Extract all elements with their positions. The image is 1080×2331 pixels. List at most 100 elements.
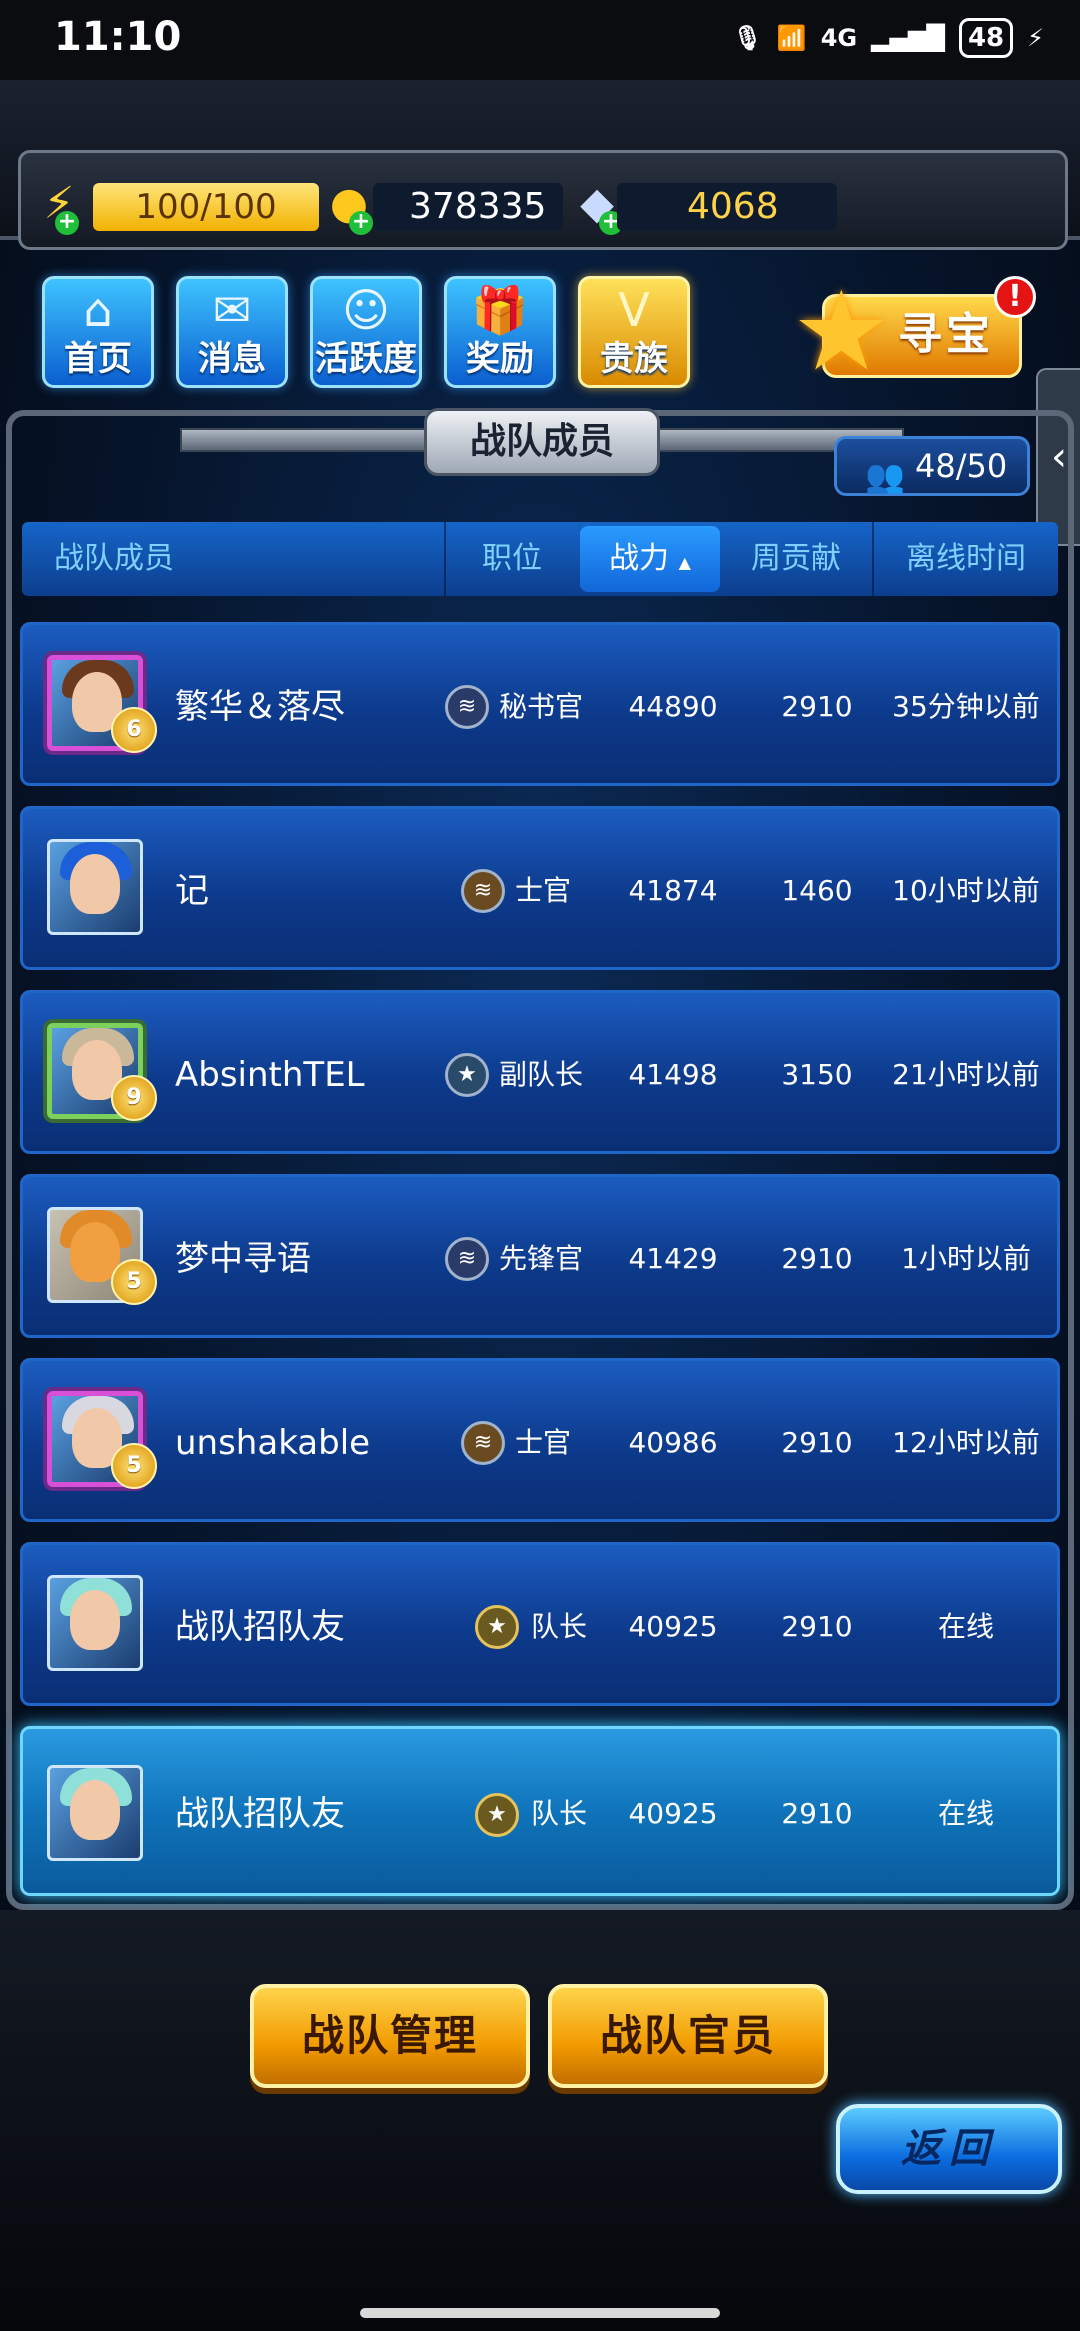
rank-vice-captain-icon: ★ <box>445 1053 489 1097</box>
wifi-icon: 📶 <box>776 24 807 52</box>
battery-level: 48 <box>958 18 1014 58</box>
member-offline: 10小时以前 <box>892 874 1040 907</box>
signal-icon: ▂▄▆█ <box>871 24 945 52</box>
nav-messages-button[interactable]: ✉ 消息 <box>176 276 288 388</box>
member-offline: 在线 <box>937 1797 994 1830</box>
sort-asc-icon: ▲ <box>678 553 691 572</box>
member-name: AbsinthTEL <box>175 1055 365 1095</box>
status-bar: 11:10 🎙 📶 4G ▂▄▆█ 48 ⚡ <box>0 0 1080 80</box>
header-power[interactable]: 战力 ▲ <box>580 526 720 592</box>
avatar-face <box>70 1780 120 1840</box>
member-weekly: 3150 <box>781 1058 853 1091</box>
team-manage-button[interactable]: 战队管理 <box>250 1984 530 2088</box>
member-role: 队长 <box>531 1610 588 1643</box>
coin-add-icon[interactable]: + <box>349 211 373 235</box>
status-time: 11:10 <box>54 14 182 60</box>
header-power-label: 战力 <box>609 541 670 576</box>
avatar[interactable] <box>47 1765 143 1861</box>
member-power: 40925 <box>628 1610 718 1643</box>
member-name: 战队招队友 <box>175 1794 345 1834</box>
member-weekly: 2910 <box>781 690 853 723</box>
avatar-face <box>70 1590 120 1650</box>
mail-icon: ✉ <box>212 283 252 337</box>
home-indicator[interactable] <box>360 2308 720 2318</box>
vip-badge: 5 <box>111 1443 157 1489</box>
member-weekly: 2910 <box>781 1426 853 1459</box>
coin-value: 378335 <box>373 183 563 231</box>
table-header: 战队成员 职位 战力 ▲ 周贡献 离线时间 <box>22 522 1058 596</box>
rank-sergeant-icon: ≋ <box>461 1421 505 1465</box>
back-button[interactable]: 返回 <box>836 2104 1062 2194</box>
table-row[interactable]: 记 ≋ 士官 41874 1460 10小时以前 <box>20 806 1060 970</box>
member-name: 繁华＆落尽 <box>175 687 345 727</box>
member-role: 士官 <box>515 1426 572 1459</box>
member-role: 先锋官 <box>499 1242 584 1275</box>
table-row[interactable]: 9 AbsinthTEL ★ 副队长 41498 3150 21小时以前 <box>20 990 1060 1154</box>
nav-rewards-label: 奖励 <box>466 339 534 379</box>
header-weekly[interactable]: 周贡献 <box>722 522 870 596</box>
member-offline: 21小时以前 <box>892 1058 1040 1091</box>
member-name: 记 <box>175 871 209 911</box>
treasure-hunt-button[interactable]: ★ 寻宝 ! <box>792 267 1036 395</box>
nav-messages-label: 消息 <box>198 339 266 379</box>
star-jet-icon: ★ <box>792 267 891 395</box>
energy-add-icon[interactable]: + <box>55 211 79 235</box>
member-name: unshakable <box>175 1423 371 1463</box>
vip-badge: 9 <box>111 1075 157 1121</box>
member-weekly: 2910 <box>781 1610 853 1643</box>
rank-secretary-icon: ≋ <box>445 685 489 729</box>
member-power: 41498 <box>628 1058 718 1091</box>
member-power: 44890 <box>628 690 718 723</box>
rank-captain-icon: ★ <box>475 1793 519 1837</box>
team-officers-button[interactable]: 战队官员 <box>548 1984 828 2088</box>
resource-bar: ⚡ + 100/100 ● + 378335 ◆ + 4068 <box>18 150 1068 250</box>
table-row[interactable]: 5 unshakable ≋ 士官 40986 2910 12小时以前 <box>20 1358 1060 1522</box>
header-member[interactable]: 战队成员 <box>22 522 442 596</box>
member-power: 40986 <box>628 1426 718 1459</box>
member-weekly: 2910 <box>781 1797 853 1830</box>
avatar-face <box>70 854 120 914</box>
nav-rewards-button[interactable]: 🎁 奖励 <box>444 276 556 388</box>
member-role: 队长 <box>531 1797 588 1830</box>
nav-activity-button[interactable]: ☺ 活跃度 <box>310 276 422 388</box>
avatar[interactable] <box>47 839 143 935</box>
table-row[interactable]: 战队招队友 ★ 队长 40925 2910 在线 <box>20 1542 1060 1706</box>
member-weekly: 2910 <box>781 1242 853 1275</box>
member-weekly: 1460 <box>781 874 853 907</box>
noble-v-icon: V <box>618 283 650 337</box>
rank-captain-icon: ★ <box>475 1605 519 1649</box>
rank-vanguard-icon: ≋ <box>445 1237 489 1281</box>
rank-sergeant-icon: ≋ <box>461 869 505 913</box>
vip-badge: 5 <box>111 1259 157 1305</box>
member-role: 副队长 <box>499 1058 584 1091</box>
treasure-label: 寻宝 <box>898 309 994 360</box>
member-count: 👥 48/50 <box>834 436 1030 496</box>
member-offline: 1小时以前 <box>901 1242 1031 1275</box>
network-label: 4G <box>820 24 858 52</box>
table-row[interactable]: 5 梦中寻语 ≋ 先锋官 41429 2910 1小时以前 <box>20 1174 1060 1338</box>
members-icon: 👥 <box>865 457 905 495</box>
status-icons: 🎙 📶 4G ▂▄▆█ 48 ⚡ <box>732 18 1044 58</box>
gem-value: 4068 <box>617 183 837 231</box>
header-offline[interactable]: 离线时间 <box>874 522 1058 596</box>
nav-home-button[interactable]: ⌂ 首页 <box>42 276 154 388</box>
nav-noble-label: 贵族 <box>600 339 668 379</box>
alert-badge: ! <box>994 276 1036 318</box>
table-row-self[interactable]: 战队招队友 ★ 队长 40925 2910 在线 <box>20 1726 1060 1896</box>
mic-icon: 🎙 <box>732 24 763 52</box>
member-power: 40925 <box>628 1797 718 1830</box>
avatar[interactable] <box>47 1575 143 1671</box>
nav-noble-button[interactable]: V 贵族 <box>578 276 690 388</box>
member-role: 士官 <box>515 874 572 907</box>
member-offline: 12小时以前 <box>892 1426 1040 1459</box>
header-role[interactable]: 职位 <box>446 522 578 596</box>
member-power: 41429 <box>628 1242 718 1275</box>
home-icon: ⌂ <box>83 283 113 337</box>
member-count-value: 48/50 <box>915 447 1008 485</box>
energy-value: 100/100 <box>93 183 319 231</box>
smile-icon: ☺ <box>342 283 390 337</box>
member-offline: 35分钟以前 <box>892 690 1040 723</box>
member-name: 战队招队友 <box>175 1607 345 1647</box>
table-row[interactable]: 6 繁华＆落尽 ≋ 秘书官 44890 2910 35分钟以前 <box>20 622 1060 786</box>
member-name: 梦中寻语 <box>175 1239 311 1279</box>
